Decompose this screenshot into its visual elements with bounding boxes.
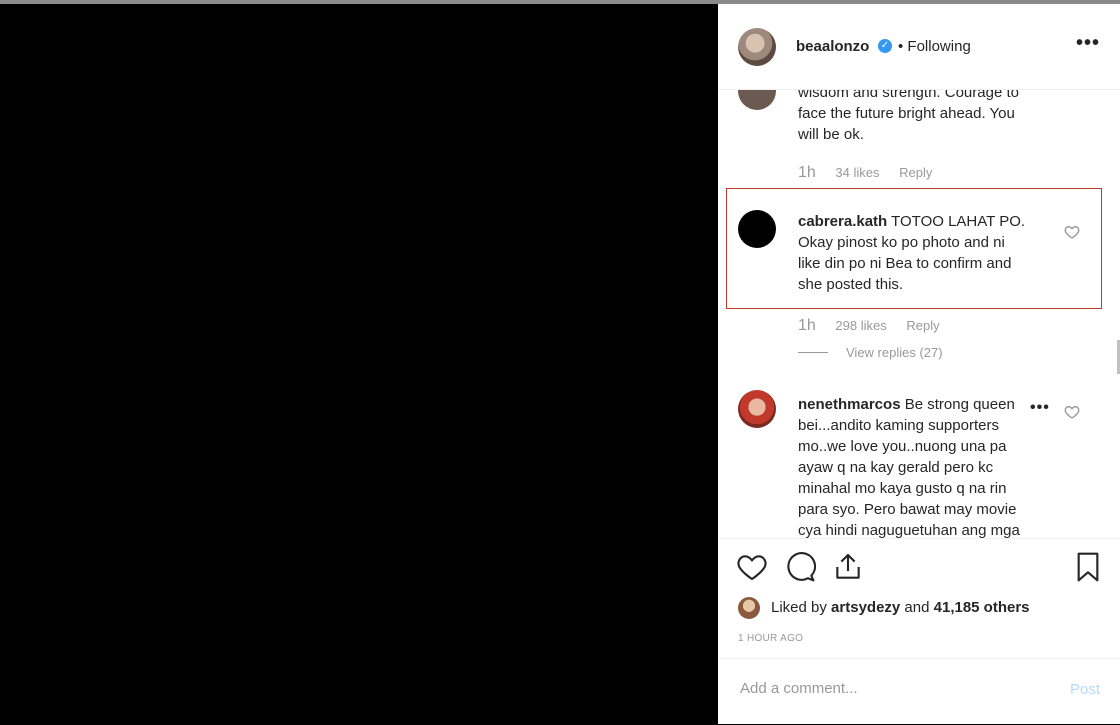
post-actions: Liked by artsydezy and 41,185 others 1 H… xyxy=(718,538,1120,659)
view-replies-button[interactable]: View replies (27) xyxy=(846,345,943,360)
comment-line: face the future bright ahead. You xyxy=(798,105,1015,122)
post-media[interactable] xyxy=(0,4,718,724)
owner-avatar[interactable] xyxy=(738,28,776,66)
comment-icon[interactable] xyxy=(784,551,816,583)
comment-line: she posted this. xyxy=(798,276,904,293)
comment-text-neneth: nenethmarcos Be strong queen bei...andit… xyxy=(798,394,1048,538)
reply-button[interactable]: Reply xyxy=(906,318,939,333)
likes-count[interactable]: 41,185 others xyxy=(934,599,1030,616)
view-replies-line xyxy=(798,352,828,353)
verified-badge-icon: ✓ xyxy=(878,39,892,53)
following-status[interactable]: • Following xyxy=(898,38,971,55)
comment-likes[interactable]: 34 likes xyxy=(835,165,879,180)
bookmark-icon[interactable] xyxy=(1072,551,1104,583)
comment-first-line: nenethmarcos Be strong queen xyxy=(798,394,1048,415)
comment-line: like din po ni Bea to confirm and xyxy=(798,255,1012,272)
liked-by-prefix: Liked by xyxy=(771,599,832,616)
add-comment-bar: Post xyxy=(718,658,1120,725)
comment-time[interactable]: 1h xyxy=(798,317,816,334)
share-icon[interactable] xyxy=(832,551,864,583)
comment-line: mo..we love you..nuong una pa xyxy=(798,438,1007,455)
comment-line: will be ok. xyxy=(798,126,864,143)
liker-username[interactable]: artsydezy xyxy=(831,599,900,616)
comment-likes[interactable]: 298 likes xyxy=(835,318,886,333)
comment-options-icon[interactable]: ••• xyxy=(1030,399,1050,417)
comment-line: minahal mo kaya gusto q na rin xyxy=(798,480,1007,497)
comment-avatar[interactable] xyxy=(738,90,776,110)
like-comment-heart-icon[interactable] xyxy=(1064,224,1080,240)
liked-by-text: Liked by artsydezy and 41,185 others xyxy=(771,599,1030,616)
comment-meta: 1h 34 likes Reply xyxy=(798,164,948,182)
comment-line: wisdom and strength. Courage to xyxy=(798,90,1019,101)
comment-username[interactable]: cabrera.kath xyxy=(798,213,887,230)
comment-line: Be strong queen xyxy=(900,396,1015,413)
comment-line: bei...andito kaming supporters xyxy=(798,417,999,434)
comment-first-line: cabrera.kath TOTOO LAHAT PO. xyxy=(798,211,1048,232)
comments-list: wisdom and strength. Courage to face the… xyxy=(718,90,1120,538)
post-timestamp[interactable]: 1 HOUR AGO xyxy=(738,633,803,644)
comment-line: ayaw q na kay gerald pero kc xyxy=(798,459,994,476)
comment-meta: 1h 298 likes Reply xyxy=(798,317,956,335)
comment-line: para syo. Pero bawat may movie xyxy=(798,501,1017,518)
comment-line: cya hindi naguguetuhan ang mga xyxy=(798,522,1020,538)
like-comment-heart-icon[interactable] xyxy=(1064,404,1080,420)
liked-by-mid: and xyxy=(900,599,934,616)
reply-button[interactable]: Reply xyxy=(899,165,932,180)
liker-avatar[interactable] xyxy=(738,597,760,619)
comment-line: Okay pinost ko po photo and ni xyxy=(798,234,1005,251)
comment-line: TOTOO LAHAT PO. xyxy=(887,213,1026,230)
comment-text-highlighted: cabrera.kath TOTOO LAHAT PO. Okay pinost… xyxy=(798,211,1048,295)
post-header: beaalonzo ✓ • Following ••• xyxy=(718,4,1120,90)
add-comment-input[interactable] xyxy=(738,679,1042,698)
owner-username[interactable]: beaalonzo xyxy=(796,38,869,55)
more-options-icon[interactable]: ••• xyxy=(1076,32,1100,55)
post-side-panel: beaalonzo ✓ • Following ••• wisdom and s… xyxy=(718,4,1120,724)
post-comment-button[interactable]: Post xyxy=(1070,681,1100,698)
comment-text-partial: wisdom and strength. Courage to face the… xyxy=(798,90,1048,145)
comment-username[interactable]: nenethmarcos xyxy=(798,396,901,413)
comment-avatar[interactable] xyxy=(738,390,776,428)
comment-avatar[interactable] xyxy=(738,210,776,248)
comment-time[interactable]: 1h xyxy=(798,164,816,181)
heart-icon[interactable] xyxy=(736,551,768,583)
